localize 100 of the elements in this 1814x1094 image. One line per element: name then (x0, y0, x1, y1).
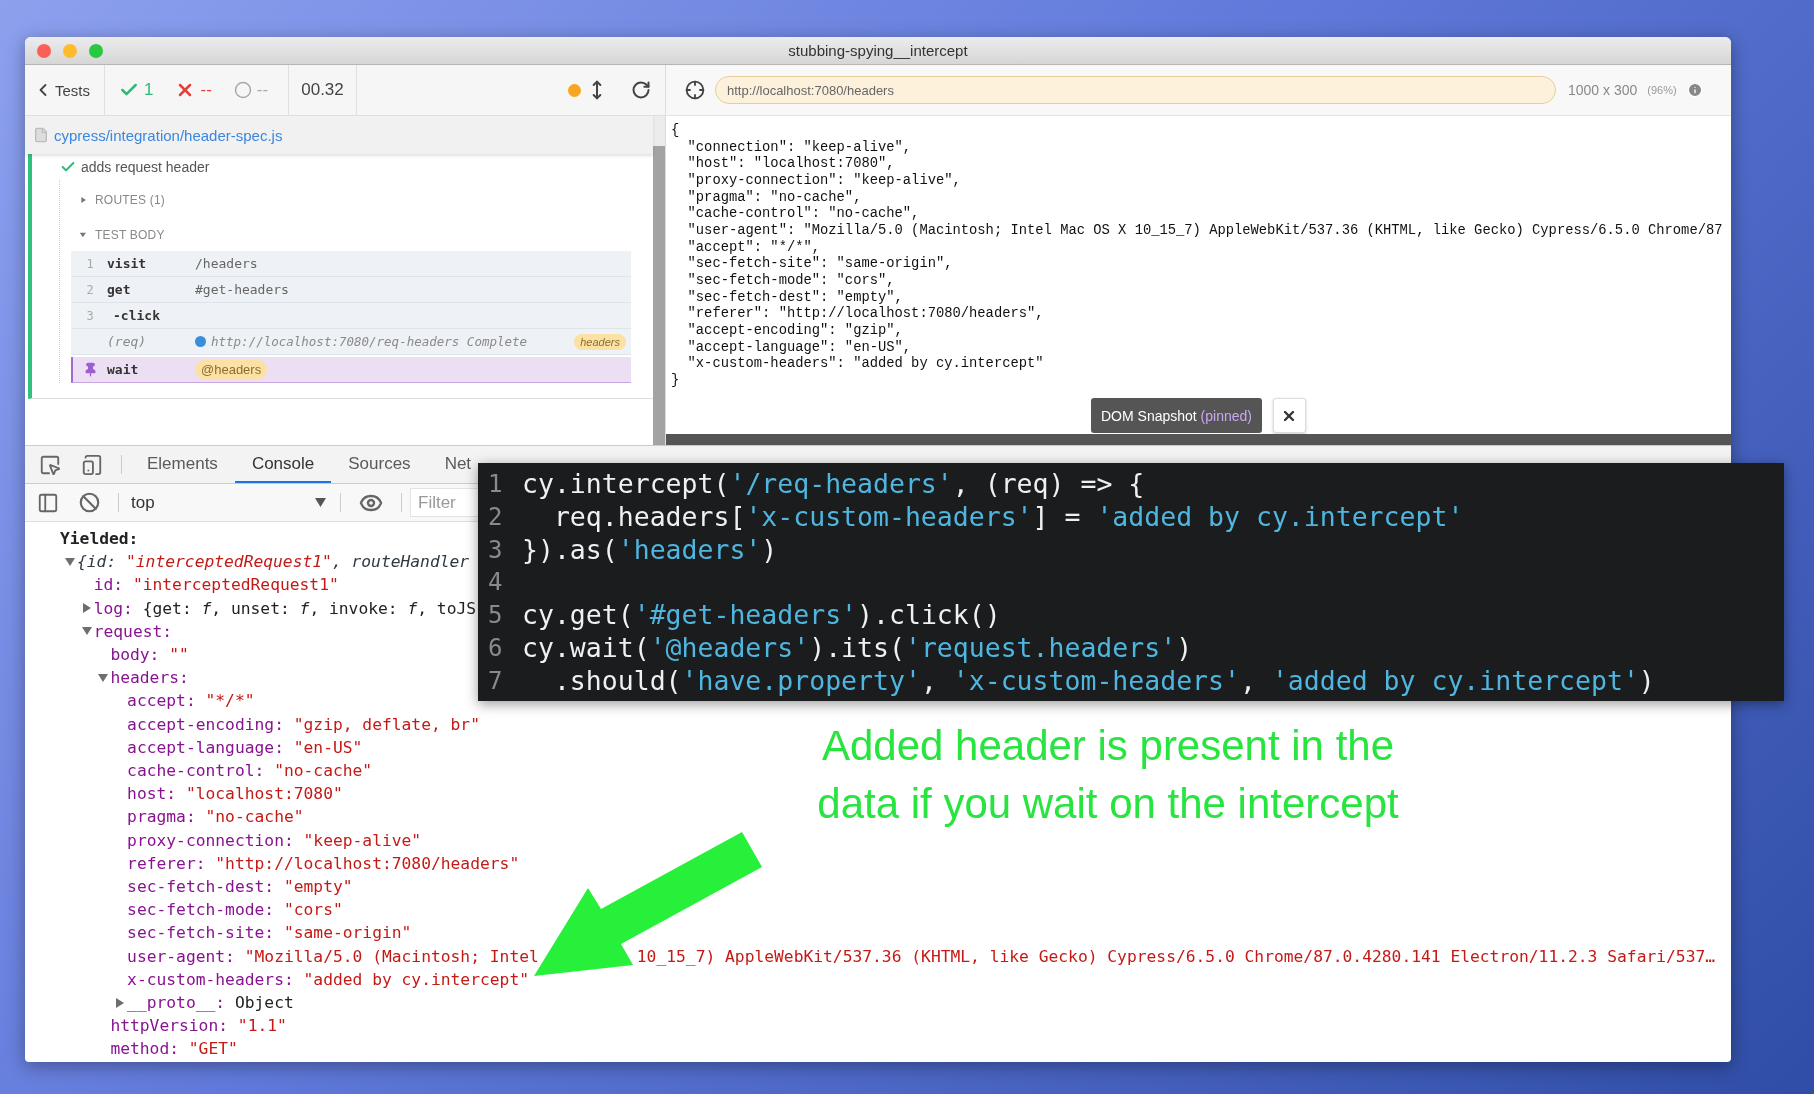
property-value: "empty" (283, 876, 353, 899)
inspect-icon (39, 453, 61, 476)
dropdown-caret-icon (315, 498, 326, 507)
line-number: 5 (488, 600, 504, 632)
json-line: "sec-fetch-mode": "cors", (686, 273, 895, 290)
command-row[interactable]: 1 visit /headers (71, 251, 631, 277)
json-line: "referer": "http://localhost:7080/headers", (686, 306, 1044, 323)
json-line: "accept-language": "en-US", (686, 339, 912, 356)
property-value: "no-cache" (205, 806, 304, 829)
property-value: "en-US" (293, 736, 363, 759)
json-line: "accept": "*/*", (686, 239, 821, 256)
property-name: body: (110, 644, 160, 666)
expand-caret-icon[interactable] (64, 556, 77, 567)
line-number: 7 (488, 665, 504, 697)
annotation-text: Added header is present in the data if you wait on the intercept (816, 721, 1400, 829)
command-name: -click (112, 308, 161, 323)
property-value: "no-cache" (274, 760, 373, 783)
line-number: 6 (488, 633, 504, 664)
passed-count: 1 (144, 80, 154, 100)
section-label[interactable]: ROUTES (1) (95, 192, 165, 207)
viewport-size: 1000 x 300 (1568, 82, 1638, 98)
property-value: "cors" (283, 899, 343, 922)
line-number: 1 (85, 256, 95, 271)
context-select[interactable]: top (127, 484, 332, 521)
property-name: method: (110, 1038, 179, 1061)
command-message: http://localhost:7080/req-headers Complete (211, 334, 528, 349)
property-name: accept-encoding: (127, 713, 284, 736)
line-number: 3 (85, 308, 95, 323)
failed-count: -- (200, 80, 212, 100)
alias-badge: headers (574, 333, 626, 350)
property-value: "added by cy.intercept" (303, 968, 529, 991)
property-name: headers: (110, 667, 189, 690)
scrollbar[interactable] (653, 116, 665, 445)
property-value: "" (169, 644, 189, 666)
status-dot (195, 336, 206, 347)
close-button[interactable] (1273, 398, 1306, 433)
json-line: { (671, 123, 680, 140)
property-value: "http://localhost:7080/headers" (215, 852, 520, 875)
property-value: "Mozilla/5.0 (Macintosh; Intel (244, 945, 539, 968)
property-name: referer: (127, 852, 206, 875)
property-name: user-agent: (127, 945, 235, 968)
url-field[interactable]: http://localhost:7080/headers (715, 76, 1556, 104)
property-name: id: (93, 574, 124, 597)
command-name: wait (107, 362, 140, 377)
command-row[interactable]: 3 -click (71, 303, 631, 329)
devtools-tab[interactable]: Sources (331, 446, 428, 483)
clear-icon (79, 492, 100, 513)
json-line: "connection": "keep-alive", (686, 139, 912, 156)
property-value: "1.1" (237, 1015, 287, 1038)
property-value: "GET" (188, 1038, 238, 1061)
status-dot (568, 83, 581, 97)
property-name: x-custom-headers: (127, 968, 294, 991)
property-name: pragma: (127, 806, 196, 829)
code-line: .should('have.property', 'x-custom-headers', 'added by cy.intercept') (552, 664, 1655, 698)
line-number: 3 (488, 534, 504, 566)
crosshair-icon (685, 80, 705, 100)
expand-caret-icon[interactable] (97, 672, 111, 683)
selector-button[interactable] (685, 80, 705, 100)
reload-icon (631, 80, 651, 100)
property-name: request: (93, 620, 173, 643)
duration: 00.32 (289, 65, 357, 115)
sidebar-icon (37, 491, 59, 514)
property-name: accept-language: (127, 736, 284, 759)
file-icon (33, 127, 49, 143)
json-line: "sec-fetch-site": "same-origin", (686, 256, 953, 273)
command-row[interactable]: (req) http://localhost:7080/req-headers Complete headers (71, 329, 631, 355)
property-name: proxy-connection: (127, 829, 294, 852)
console-heading: Yielded: (60, 528, 139, 550)
property-name: cache-control: (127, 760, 265, 783)
object-preview: {id: "interceptedRequest1", routeHandler (77, 551, 470, 574)
command-row[interactable]: wait @headers (71, 357, 631, 383)
info-icon[interactable] (1686, 82, 1703, 98)
json-line: "sec-fetch-dest": "empty", (686, 289, 903, 306)
devtools-tab[interactable]: Elements (130, 446, 235, 483)
line-number: 1 (488, 469, 504, 500)
property-name: log: (93, 597, 133, 620)
json-line: "proxy-connection": "keep-alive", (686, 173, 961, 190)
json-line: "cache-control": "no-cache", (686, 206, 920, 223)
snapshot-badge: DOM Snapshot (pinned) (1091, 398, 1262, 433)
line-number: 2 (85, 282, 95, 297)
property-value: "keep-alive" (303, 829, 422, 852)
expand-caret-icon[interactable] (80, 626, 94, 637)
section-label[interactable]: TEST BODY (95, 228, 165, 242)
pin-icon (82, 362, 98, 377)
property-name: accept: (127, 690, 196, 713)
tests-link[interactable]: Tests (25, 65, 105, 115)
device-icon (81, 453, 103, 476)
command-name: get (107, 282, 132, 297)
code-line: cy.wait('@headers').its('request.headers') (522, 632, 1193, 665)
property-value: "*/*" (205, 690, 255, 713)
property-value: {get: f, unset: f, invoke: f, toJS (142, 597, 477, 620)
property-value: "same-origin" (283, 922, 412, 945)
command-message: #get-headers (195, 282, 289, 297)
command-name: (req) (107, 334, 148, 349)
property-name: sec-fetch-site: (127, 922, 275, 945)
circle-icon (233, 81, 252, 99)
code-line: cy.get('#get-headers').click() (522, 599, 1001, 632)
command-row[interactable]: 2 get #get-headers (71, 277, 631, 303)
test-title[interactable]: adds request header (81, 159, 210, 175)
json-line: "pragma": "no-cache", (686, 189, 862, 206)
